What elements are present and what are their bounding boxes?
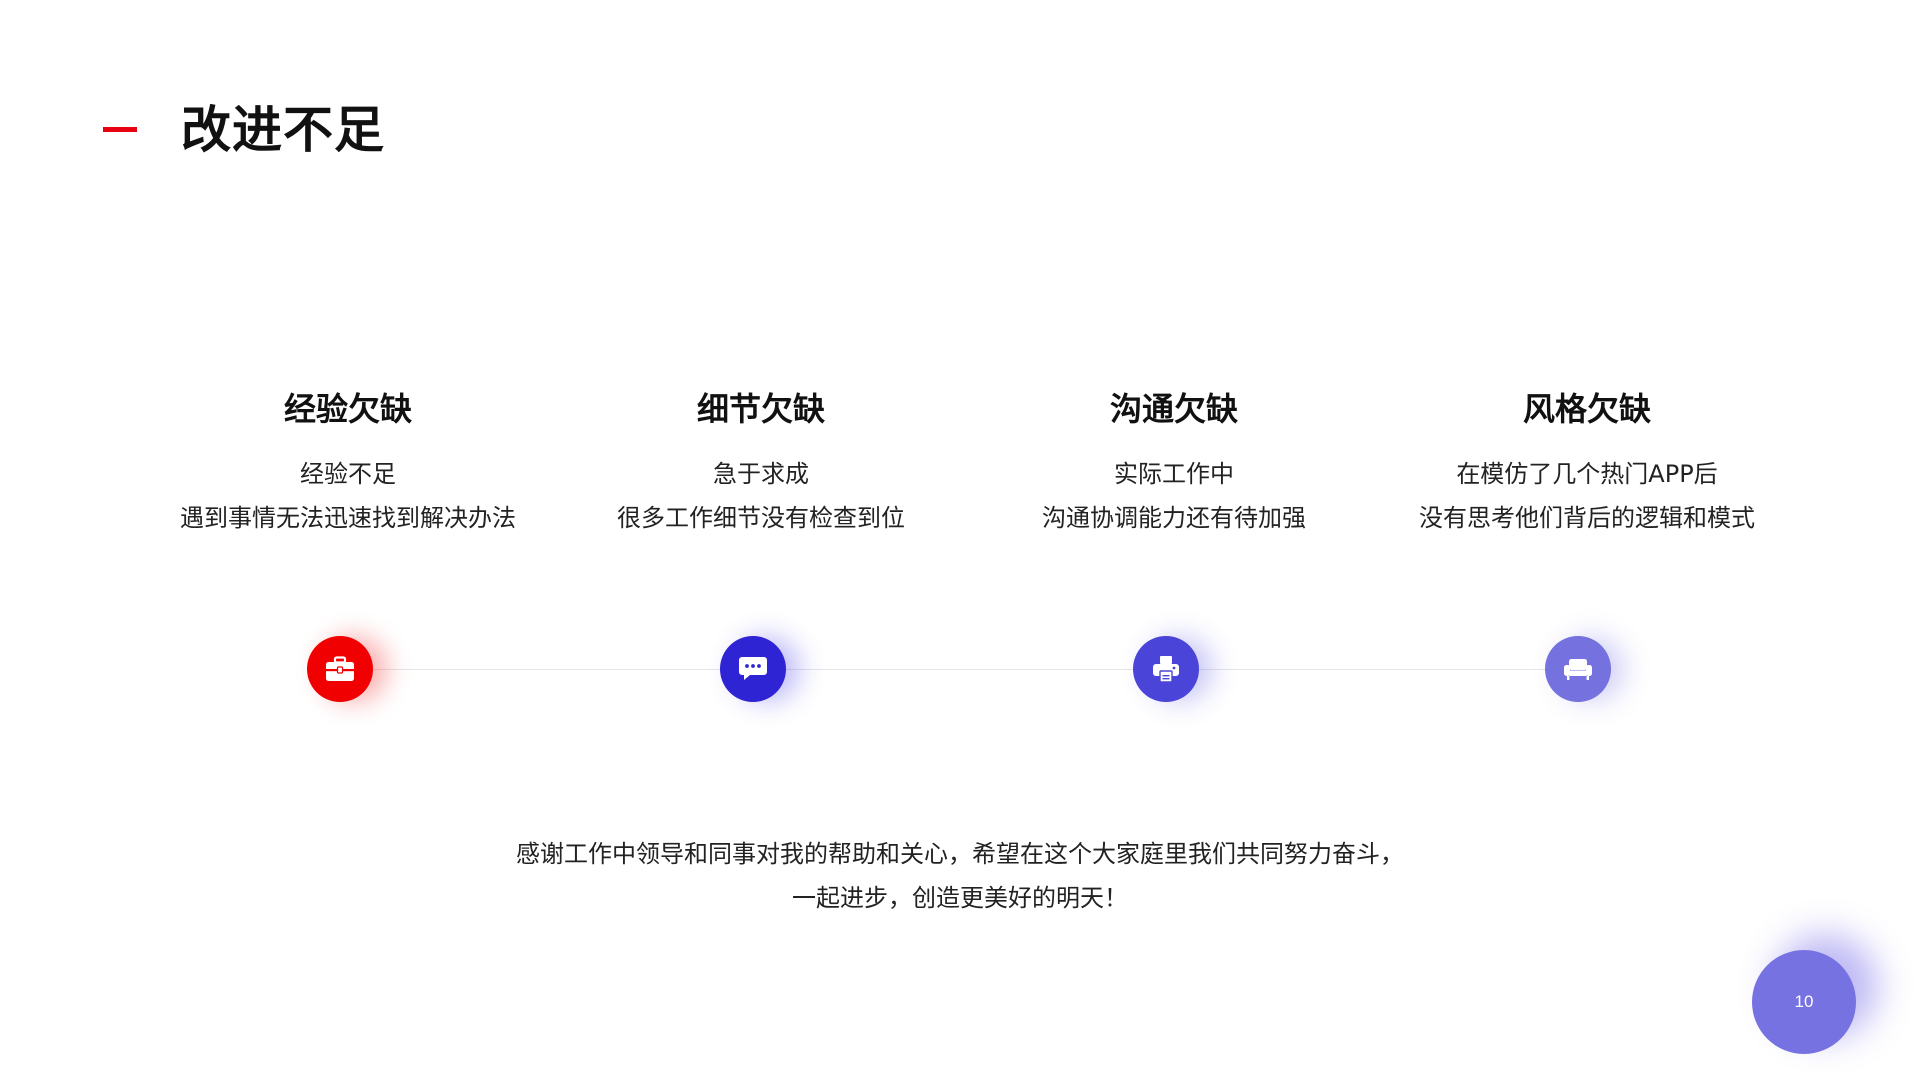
timeline-node-style (1545, 636, 1611, 702)
item-description: 实际工作中 沟通协调能力还有待加强 (967, 452, 1381, 540)
chat-bubble-icon (739, 657, 767, 680)
printer-icon (1153, 656, 1179, 683)
title-accent-dash (103, 127, 137, 132)
item-description-line: 很多工作细节没有检查到位 (617, 504, 905, 532)
page-number-badge: 10 (1752, 950, 1856, 1054)
page-number: 10 (1794, 992, 1814, 1011)
item-title: 沟通欠缺 (1109, 390, 1238, 428)
item-description: 在模仿了几个热门APP后 没有思考他们背后的逻辑和模式 (1380, 452, 1794, 540)
item-card-communication: 沟通欠缺 实际工作中 沟通协调能力还有待加强 (967, 386, 1381, 540)
sofa-icon (1564, 659, 1592, 680)
item-description-line: 经验不足 (300, 460, 396, 488)
item-description-line: 在模仿了几个热门APP后 (1456, 460, 1718, 488)
item-description-line: 急于求成 (713, 460, 809, 488)
item-card-style: 风格欠缺 在模仿了几个热门APP后 没有思考他们背后的逻辑和模式 (1380, 386, 1794, 540)
item-description-line: 实际工作中 (1114, 460, 1234, 488)
closing-line: 感谢工作中领导和同事对我的帮助和关心，希望在这个大家庭里我们共同努力奋斗， (516, 840, 1404, 868)
item-description-line: 没有思考他们背后的逻辑和模式 (1419, 504, 1755, 532)
closing-line: 一起进步，创造更美好的明天！ (792, 884, 1128, 912)
item-title: 经验欠缺 (283, 390, 412, 428)
item-title: 细节欠缺 (696, 390, 825, 428)
timeline-node-communication (1133, 636, 1199, 702)
timeline-line (340, 669, 1576, 670)
closing-message: 感谢工作中领导和同事对我的帮助和关心，希望在这个大家庭里我们共同努力奋斗， 一起… (360, 832, 1560, 920)
item-card-detail: 细节欠缺 急于求成 很多工作细节没有检查到位 (554, 386, 968, 540)
timeline-node-detail (720, 636, 786, 702)
briefcase-icon (326, 656, 354, 681)
page-title: 改进不足 (181, 101, 385, 159)
item-description-line: 遇到事情无法迅速找到解决办法 (180, 504, 516, 532)
item-title: 风格欠缺 (1522, 390, 1651, 428)
item-description-line: 沟通协调能力还有待加强 (1042, 504, 1306, 532)
timeline-node-experience (307, 636, 373, 702)
item-card-experience: 经验欠缺 经验不足 遇到事情无法迅速找到解决办法 (141, 386, 555, 540)
item-description: 急于求成 很多工作细节没有检查到位 (554, 452, 968, 540)
item-description: 经验不足 遇到事情无法迅速找到解决办法 (141, 452, 555, 540)
